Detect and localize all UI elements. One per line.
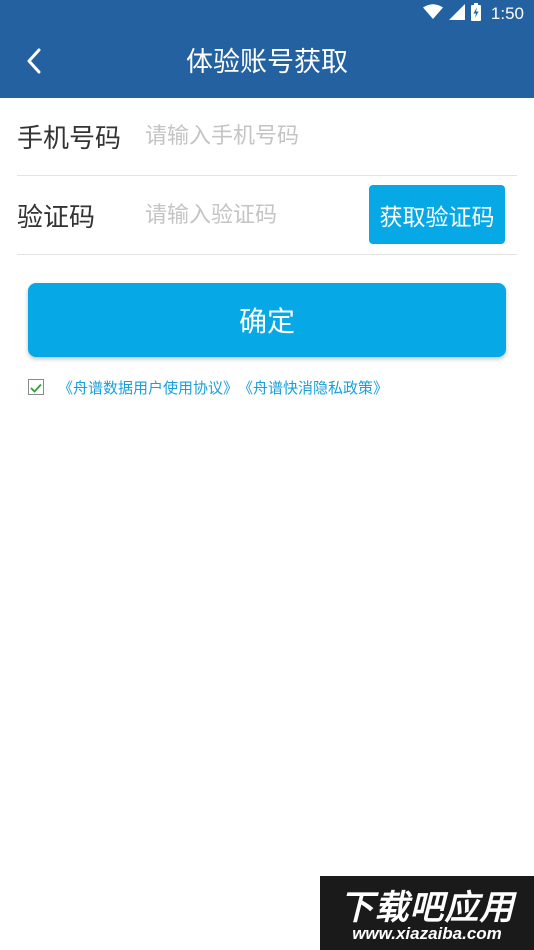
watermark-logo: 下载吧应用 www.xiazaiba.com <box>320 876 534 950</box>
battery-charging-icon <box>470 3 481 25</box>
cell-signal-icon <box>448 4 465 24</box>
phone-row: 手机号码 <box>17 98 517 176</box>
wifi-icon <box>422 4 443 24</box>
watermark-url: www.xiazaiba.com <box>352 924 502 943</box>
chevron-left-icon <box>26 48 42 78</box>
code-row: 验证码 获取验证码 <box>17 176 517 255</box>
phone-label: 手机号码 <box>17 124 122 154</box>
user-agreement-link[interactable]: 《舟谱数据用户使用协议》 <box>58 377 238 398</box>
confirm-button[interactable]: 确定 <box>28 283 506 357</box>
screen: 1:50 体验账号获取 手机号码 验证码 获取验证码 确定 <box>0 0 534 950</box>
code-label: 验证码 <box>17 202 96 233</box>
status-icons: 1:50 <box>422 0 524 28</box>
page-title: 体验账号获取 <box>186 47 348 78</box>
checkmark-icon <box>30 378 42 397</box>
back-button[interactable] <box>14 43 54 83</box>
phone-input[interactable] <box>145 116 485 157</box>
code-input[interactable] <box>145 195 355 235</box>
status-time: 1:50 <box>490 4 524 23</box>
watermark-main-text: 下载吧应用 <box>339 888 515 928</box>
privacy-policy-link[interactable]: 《舟谱快消隐私政策》 <box>238 377 388 398</box>
agree-checkbox[interactable] <box>28 379 44 395</box>
get-code-button[interactable]: 获取验证码 <box>369 185 505 244</box>
app-bar: 体验账号获取 <box>0 28 534 98</box>
status-bar: 1:50 <box>0 0 534 28</box>
agreement: 《舟谱数据用户使用协议》 《舟谱快消隐私政策》 <box>28 376 388 398</box>
